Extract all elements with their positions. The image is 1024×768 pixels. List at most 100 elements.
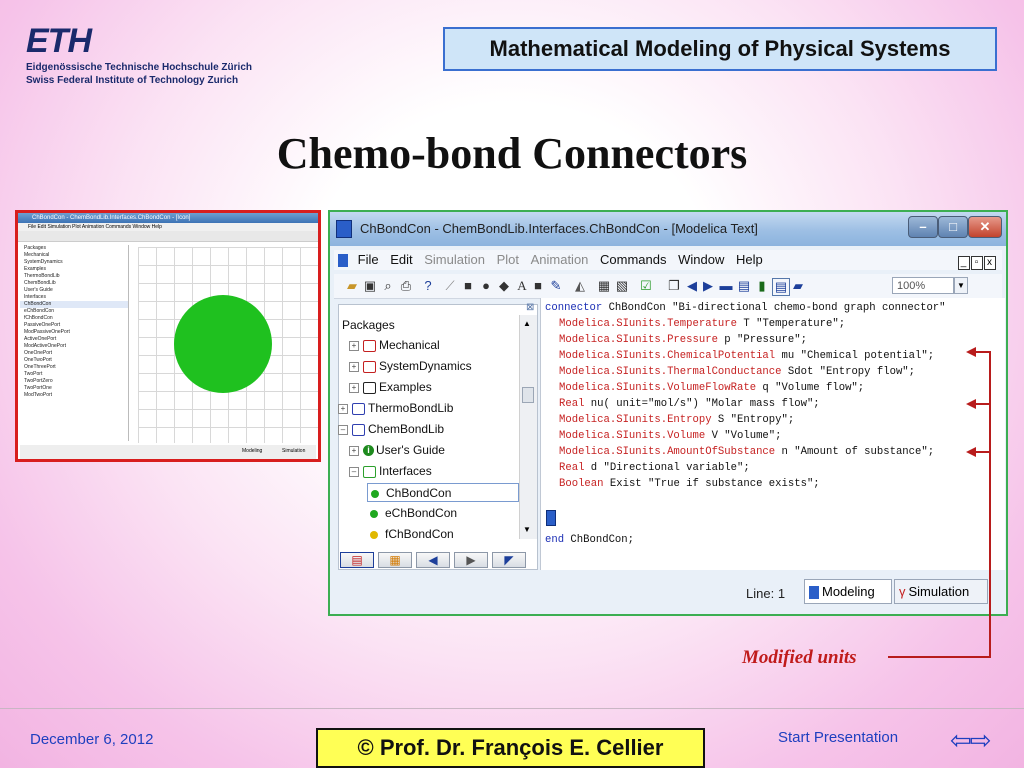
tree-item-echbondcon[interactable]: eChBondCon [367, 504, 457, 523]
expand-icon[interactable]: + [349, 382, 359, 393]
mdi-close-icon[interactable]: x [984, 256, 996, 270]
line-color-icon[interactable]: ✎ [548, 278, 564, 294]
menu-edit[interactable]: Edit [390, 250, 412, 270]
code-type: Real [559, 462, 585, 474]
minimize-button[interactable]: – [908, 216, 938, 238]
tree-item-chembondlib[interactable]: – ChemBondLib [338, 420, 444, 439]
annotation-vertical-line [989, 351, 991, 657]
package-scrollbar[interactable]: ▲ ▼ [519, 315, 537, 539]
menu-simulation[interactable]: Simulation [424, 250, 485, 270]
equation-layer-icon[interactable]: ▰ [790, 278, 806, 294]
mdi-minimize-icon[interactable]: _ [958, 256, 970, 270]
rectangle-tool-icon[interactable]: ■ [460, 278, 476, 294]
component-view-icon[interactable]: ▦ [378, 552, 412, 568]
documentation-layer-icon[interactable]: ▮ [754, 278, 770, 294]
mdi-window-controls: _ ▫ x [957, 253, 996, 273]
tree-item-fchbondcon[interactable]: fChBondCon [367, 525, 454, 544]
search-icon[interactable]: ⌕ [380, 278, 396, 294]
expand-icon[interactable]: + [349, 361, 359, 372]
window-titlebar[interactable]: ChBondCon - ChemBondLib.Interfaces.ChBon… [330, 212, 1006, 246]
tree-item-users-guide[interactable]: + i User's Guide [349, 441, 445, 460]
thumbnail-package-tree: Packages Mechanical SystemDynamics Examples… [20, 245, 129, 441]
collapse-icon[interactable]: – [338, 424, 348, 435]
polygon-tool-icon[interactable]: ◆ [496, 278, 512, 294]
open-folder-icon[interactable]: ▰ [344, 278, 360, 294]
menu-commands[interactable]: Commands [600, 250, 666, 270]
back-arrow-icon[interactable]: ◀ [684, 278, 700, 294]
start-presentation-link[interactable]: Start Presentation [778, 729, 898, 746]
code-type: Modelica.SIunits.AmountOfSubstance [559, 446, 776, 458]
save-icon[interactable]: ▣ [362, 278, 378, 294]
tree-item-chbondcon[interactable]: ChBondCon [367, 483, 519, 502]
tab-modeling[interactable]: Modeling [804, 579, 892, 604]
text-tool-icon[interactable]: A [514, 278, 530, 294]
code-text: nu( unit="mol/s") "Molar mass flow"; [584, 398, 820, 410]
thumbnail-tree-item: OneThreePort [24, 364, 56, 370]
code-text: S "Entropy"; [711, 414, 795, 426]
menu-animation[interactable]: Animation [531, 250, 589, 270]
fit-window-icon[interactable]: ▧ [614, 278, 630, 294]
line-tool-icon[interactable]: ⟋ [442, 278, 458, 294]
annotation-marker-icon[interactable] [546, 510, 556, 526]
forward-arrow-icon[interactable]: ▶ [700, 278, 716, 294]
text-layer-icon[interactable]: ▤ [772, 278, 790, 296]
tree-item-systemdynamics[interactable]: + SystemDynamics [349, 357, 472, 376]
scroll-up-icon[interactable]: ▲ [523, 319, 531, 328]
bitmap-tool-icon[interactable]: ■ [530, 278, 546, 294]
expand-icon[interactable]: + [338, 403, 348, 414]
code-type: Modelica.SIunits.Volume [559, 430, 706, 442]
menu-plot[interactable]: Plot [497, 250, 519, 270]
course-title: Mathematical Modeling of Physical System… [443, 27, 997, 71]
tree-item-mechanical[interactable]: + Mechanical [349, 336, 440, 355]
menu-window[interactable]: Window [678, 250, 724, 270]
check-icon[interactable]: ☑ [638, 278, 654, 294]
tree-item-thermobondlib[interactable]: + ThermoBondLib [338, 399, 453, 418]
grid-toggle-icon[interactable]: ▦ [596, 278, 612, 294]
ellipse-tool-icon[interactable]: ● [478, 278, 494, 294]
next-slide-icon[interactable]: ⇨ [970, 725, 992, 755]
print-icon[interactable]: ⎙ [398, 278, 414, 294]
copy-icon[interactable]: ❐ [666, 278, 682, 294]
fill-color-icon[interactable]: ◭ [572, 278, 588, 294]
scroll-down-icon[interactable]: ▼ [523, 525, 531, 534]
package-icon [363, 465, 376, 478]
prev-slide-icon[interactable]: ⇦ [950, 725, 972, 755]
connector-icon [371, 489, 379, 498]
line-value: 1 [777, 586, 786, 601]
code-text: q "Volume flow"; [756, 382, 865, 394]
chevron-down-icon[interactable]: ▼ [954, 277, 968, 294]
thumbnail-tree-item: ModPassiveOnePort [24, 329, 70, 335]
code-text: d "Directional variable"; [584, 462, 750, 474]
zoom-field[interactable]: 100% [892, 277, 954, 294]
nav-up-icon[interactable]: ◤ [492, 552, 526, 568]
help-pointer-icon[interactable]: ? [420, 278, 436, 294]
tree-item-examples[interactable]: + Examples [349, 378, 432, 397]
maximize-button[interactable]: □ [938, 216, 968, 238]
panel-close-icon[interactable]: ⊠ [526, 302, 534, 313]
scroll-thumb[interactable] [522, 387, 534, 403]
code-text: T "Temperature"; [737, 318, 846, 330]
expand-icon[interactable]: + [349, 340, 359, 351]
code-text: p "Pressure"; [717, 334, 807, 346]
modelica-text-editor[interactable]: connector ChBondCon "Bi-directional chem… [540, 298, 1005, 570]
package-icon [363, 360, 376, 373]
diagram-layer-icon[interactable]: ▤ [736, 278, 752, 294]
nav-forward-icon[interactable]: ▶ [454, 552, 488, 568]
tab-simulation[interactable]: γ Simulation [894, 579, 988, 604]
close-button[interactable]: ✕ [968, 216, 1002, 238]
thumbnail-tree-item: ModActiveOnePort [24, 343, 66, 349]
dymola-window: ChBondCon - ChemBondLib.Interfaces.ChBon… [328, 210, 1008, 616]
expand-icon[interactable]: + [349, 445, 359, 456]
mdi-restore-icon[interactable]: ▫ [971, 256, 983, 270]
package-view-icon[interactable]: ▤ [340, 552, 374, 568]
menu-file[interactable]: File [358, 250, 379, 270]
package-icon [363, 339, 376, 352]
tree-item-interfaces[interactable]: – Interfaces [349, 462, 432, 481]
icon-layer-icon[interactable]: ▬ [718, 278, 734, 294]
menu-help[interactable]: Help [736, 250, 763, 270]
arrow-left-icon [966, 347, 976, 357]
nav-back-icon[interactable]: ◀ [416, 552, 450, 568]
collapse-icon[interactable]: – [349, 466, 359, 477]
thumbnail-tree-item: Mechanical [24, 252, 50, 258]
function-icon [370, 530, 378, 539]
